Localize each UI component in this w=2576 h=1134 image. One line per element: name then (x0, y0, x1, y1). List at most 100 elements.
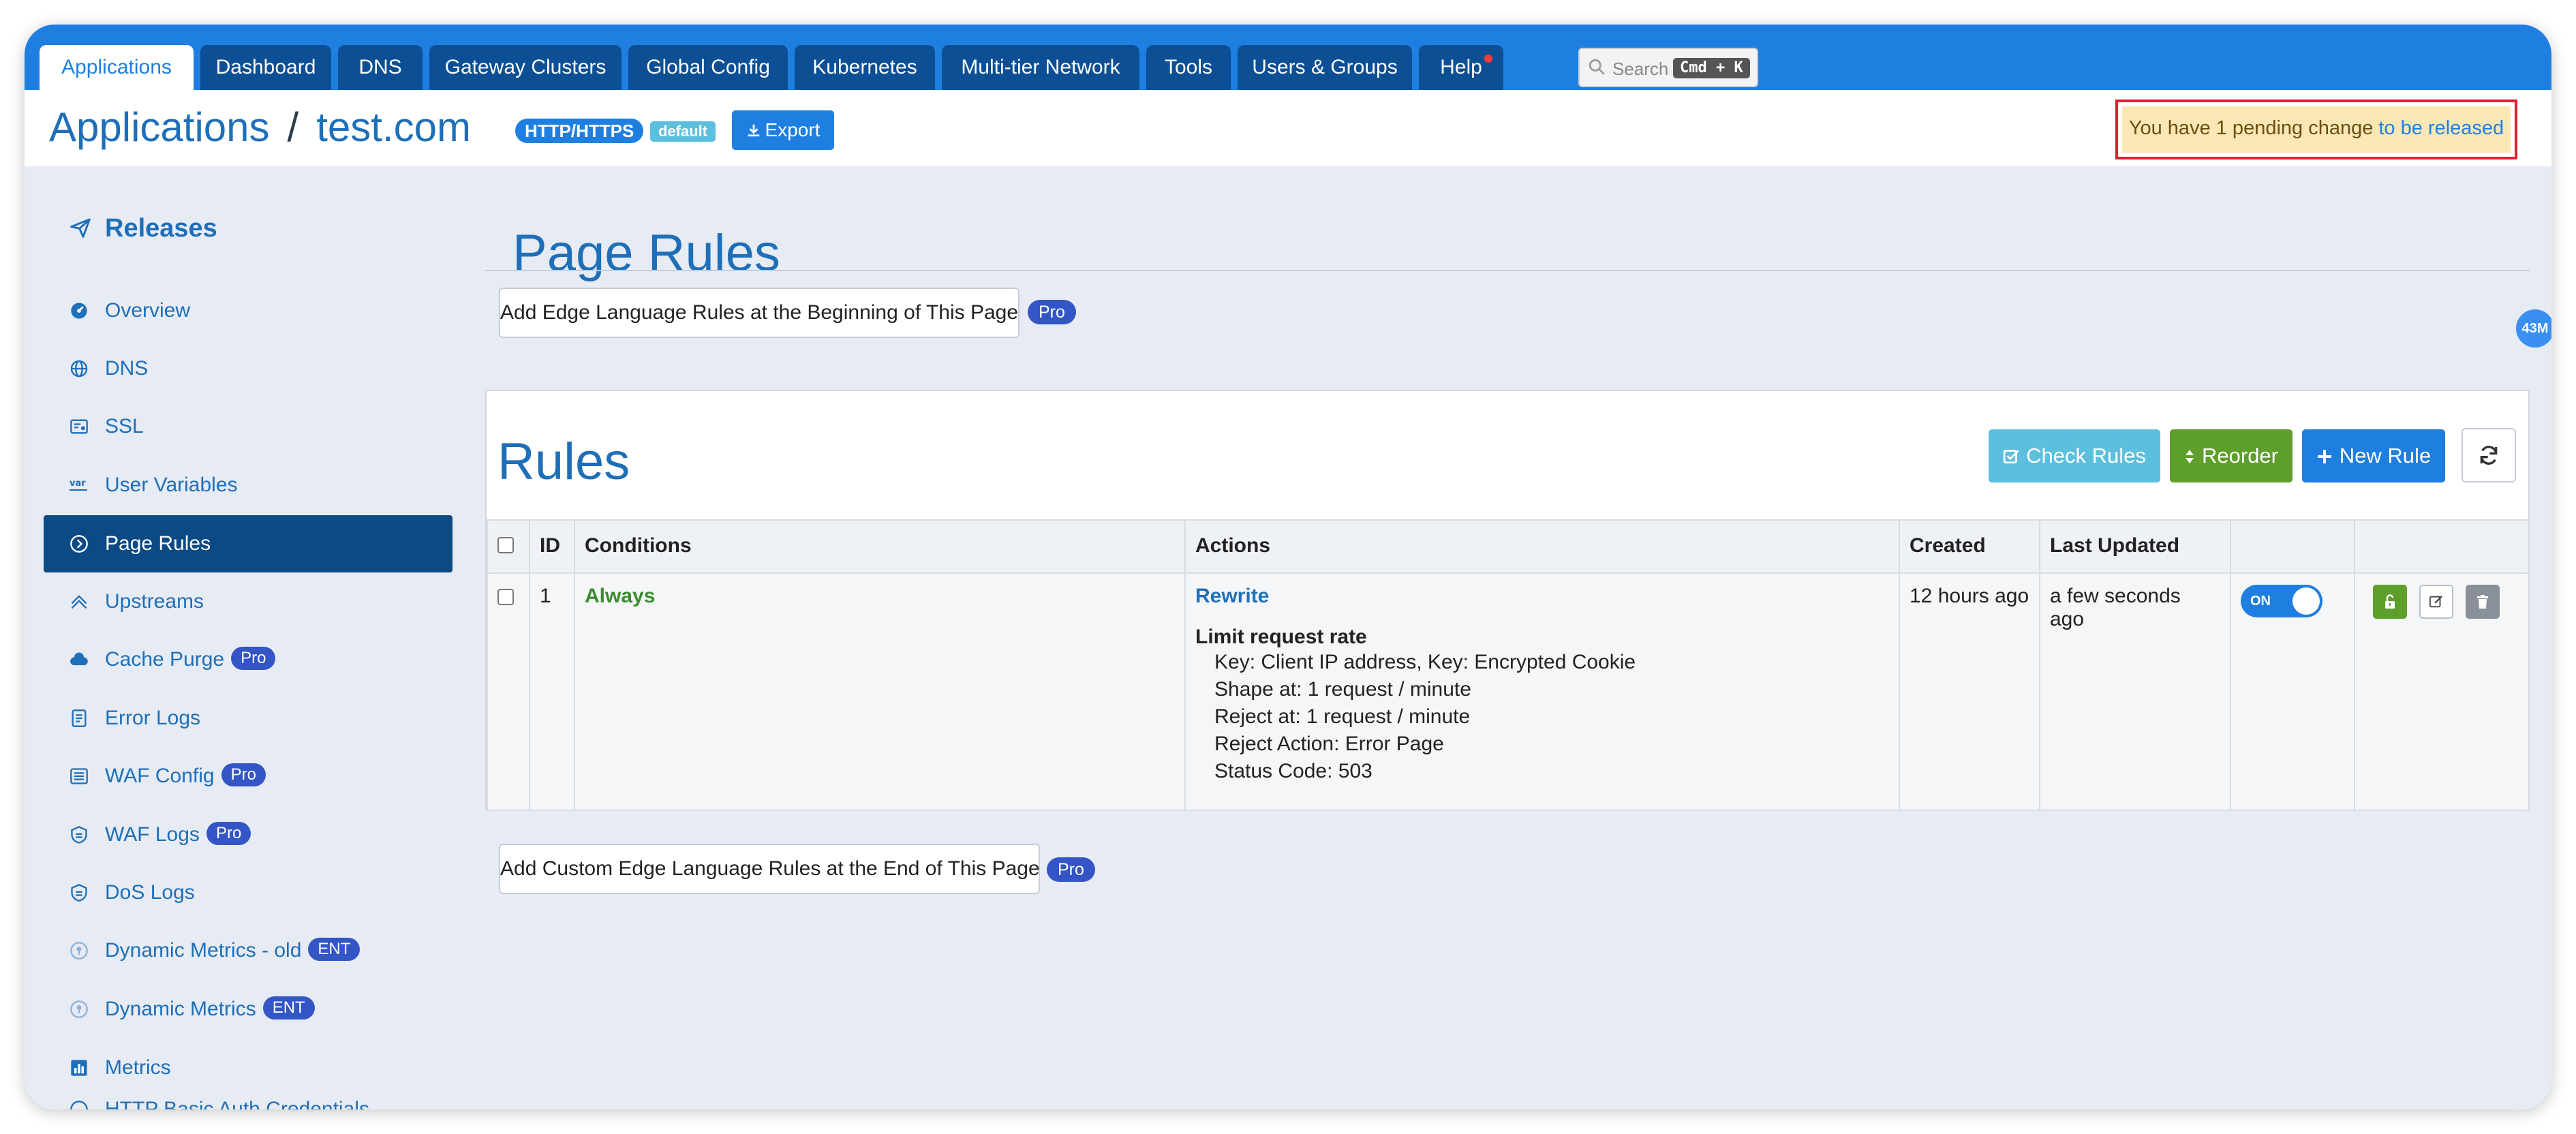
tab-global-config[interactable]: Global Config (628, 45, 788, 90)
reorder-label: Reorder (2202, 444, 2278, 468)
tab-applications[interactable]: Applications (40, 45, 194, 90)
bar-chart-icon (71, 1060, 87, 1076)
sidebar-item-upstreams[interactable]: Upstreams (44, 573, 453, 630)
export-label: Export (765, 119, 821, 140)
action-detail: Key: Client IP address, Key: Encrypted C… (1214, 651, 1636, 673)
column-header-id: ID (529, 519, 575, 574)
location-icon (70, 942, 88, 960)
new-rule-button[interactable]: New Rule (2302, 429, 2445, 482)
check-rules-label: Check Rules (2026, 444, 2146, 468)
log-icon (72, 709, 87, 727)
shield-icon (71, 826, 87, 844)
rules-table: ID Conditions Actions Created Last Updat… (487, 519, 2530, 811)
sidebar-item-label-group: WAF Logs Pro (105, 806, 251, 863)
tab-help[interactable]: Help (1419, 45, 1503, 90)
page-title: Page Rules (512, 224, 780, 282)
checkbox-icon (2003, 449, 2019, 464)
sort-icon (2186, 450, 2194, 463)
sidebar-item-label: DNS (105, 357, 149, 380)
memory-badge[interactable]: 43M (2516, 309, 2551, 348)
rule-enabled-toggle[interactable]: ON (2241, 585, 2322, 617)
action-rewrite[interactable]: Rewrite (1195, 585, 1889, 608)
sidebar-item-waf-config[interactable]: WAF Config Pro (44, 748, 453, 805)
rules-icon (70, 535, 88, 553)
var-icon: var (70, 478, 87, 491)
sidebar-item-ssl[interactable]: SSL (44, 398, 453, 455)
ent-badge: ENT (262, 996, 315, 1020)
column-header-operations (2354, 519, 2530, 574)
lock-button[interactable] (2373, 585, 2407, 619)
breadcrumb-applications[interactable]: Applications (49, 104, 270, 150)
tab-multi-tier-network[interactable]: Multi-tier Network (942, 45, 1139, 90)
sidebar-item-label: WAF Logs (105, 823, 200, 846)
pro-badge: Pro (1047, 857, 1095, 882)
column-header-conditions: Conditions (574, 519, 1186, 574)
action-detail: Status Code: 503 (1214, 760, 1373, 782)
pro-badge: Pro (221, 763, 266, 787)
sidebar-item-dynamic-metrics[interactable]: Dynamic Metrics ENT (44, 981, 453, 1038)
search-box[interactable]: Search Cmd + K (1578, 48, 1758, 87)
paper-plane-icon (70, 218, 91, 238)
action-detail: Shape at: 1 request / minute (1214, 678, 1471, 701)
tab-gateway-clusters[interactable]: Gateway Clusters (429, 45, 622, 90)
tab-dns[interactable]: DNS (338, 45, 423, 90)
edit-button[interactable] (2419, 585, 2453, 619)
sidebar-item-dynamic-metrics-old[interactable]: Dynamic Metrics - old ENT (44, 922, 453, 979)
shield-icon (71, 884, 87, 902)
refresh-button[interactable] (2462, 428, 2516, 482)
sidebar-item-page-rules[interactable]: Page Rules (44, 515, 453, 572)
sidebar-item-cache-purge[interactable]: Cache Purge Pro (44, 631, 453, 688)
select-all-cell (487, 519, 530, 574)
tab-tools[interactable]: Tools (1146, 45, 1231, 90)
sidebar-heading-releases[interactable]: Releases (70, 214, 217, 243)
check-rules-button[interactable]: Check Rules (1989, 429, 2160, 482)
sidebar-item-dns[interactable]: DNS (44, 340, 453, 397)
sidebar-item-user-variables[interactable]: var User Variables (44, 457, 453, 514)
action-limit-request-rate: Limit request rate (1195, 626, 1367, 648)
sidebar-item-overview[interactable]: Overview (44, 282, 453, 339)
sidebar-item-error-logs[interactable]: Error Logs (44, 690, 453, 747)
pending-release-link[interactable]: to be released (2378, 117, 2504, 139)
sidebar-item-label: WAF Config (105, 765, 215, 787)
sidebar-item-label: Dynamic Metrics - old (105, 939, 302, 962)
pro-badge: Pro (231, 647, 276, 671)
rule-last-updated: a few seconds ago (2039, 572, 2231, 811)
tab-users-groups[interactable]: Users & Groups (1238, 45, 1412, 90)
rules-panel: Rules Check Rules Reorder New Rule ID Co… (485, 390, 2530, 811)
delete-button[interactable] (2466, 585, 2500, 619)
search-placeholder: Search (1612, 59, 1669, 79)
column-header-actions: Actions (1184, 519, 1900, 574)
add-rules-end-button[interactable]: Add Custom Edge Language Rules at the En… (499, 844, 1040, 894)
sidebar-item-label: User Variables (105, 474, 238, 496)
protocol-badge: HTTP/HTTPS (515, 119, 644, 143)
pro-badge: Pro (1028, 300, 1076, 324)
sidebar-item-label-group: Dynamic Metrics ENT (105, 981, 315, 1038)
sidebar: Releases Overview DNS SSL var User Varia… (25, 166, 461, 1109)
reorder-button[interactable]: Reorder (2170, 429, 2293, 482)
sidebar-item-label: Cache Purge (105, 648, 225, 671)
upstream-icon (71, 595, 87, 609)
rule-created: 12 hours ago (1899, 572, 2040, 811)
export-button[interactable]: Export (732, 110, 834, 150)
trash-icon (2477, 595, 2488, 609)
tab-dashboard[interactable]: Dashboard (200, 45, 331, 90)
sidebar-item-label: Error Logs (105, 707, 201, 729)
table-row: 1 Always Rewrite Limit request rate Key:… (487, 572, 2530, 811)
sidebar-item-http-basic-auth[interactable]: HTTP Basic Auth Credentials (44, 1086, 453, 1109)
sidebar-item-waf-logs[interactable]: WAF Logs Pro (44, 806, 453, 863)
plus-icon (2317, 450, 2331, 463)
list-icon (70, 768, 88, 784)
column-header-last-updated: Last Updated (2039, 519, 2231, 574)
sidebar-item-dos-logs[interactable]: DoS Logs (44, 864, 453, 921)
rule-condition-cell: Always (574, 572, 1186, 811)
select-all-checkbox[interactable] (497, 537, 514, 553)
row-checkbox[interactable] (497, 589, 514, 605)
rule-toggle-cell: ON (2230, 572, 2355, 811)
add-rules-beginning-button[interactable]: Add Edge Language Rules at the Beginning… (499, 288, 1019, 338)
tab-help-label: Help (1440, 56, 1482, 78)
rule-id: 1 (529, 572, 575, 811)
location-icon (70, 1000, 88, 1018)
new-rule-label: New Rule (2339, 444, 2432, 468)
tab-kubernetes[interactable]: Kubernetes (795, 45, 935, 90)
rule-condition: Always (585, 585, 656, 607)
